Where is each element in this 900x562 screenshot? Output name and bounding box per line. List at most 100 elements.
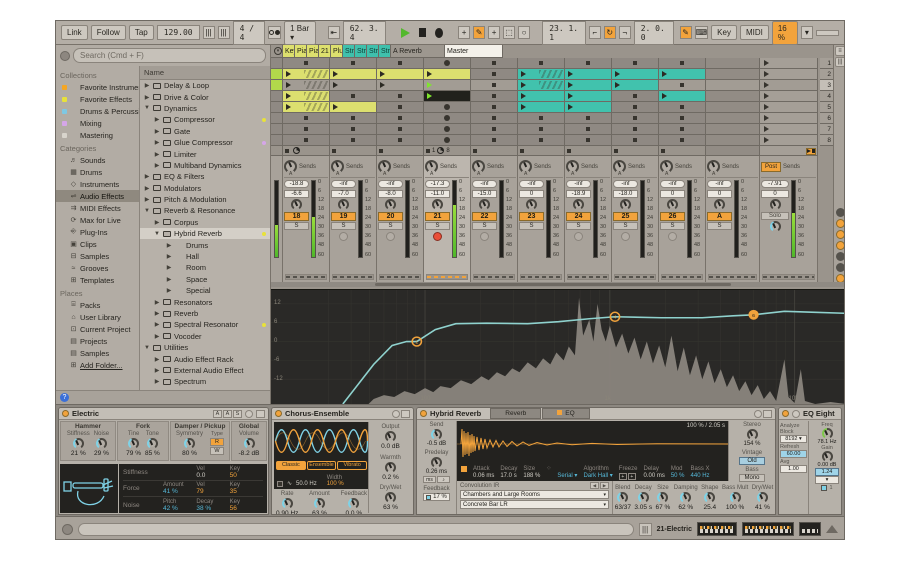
- clip-slot[interactable]: [565, 58, 612, 69]
- browser-sidebar-item[interactable]: ⌸ Packs: [56, 299, 139, 311]
- clip-slot[interactable]: [424, 69, 471, 80]
- track-header[interactable]: Master ▾: [445, 45, 503, 58]
- clip-slot[interactable]: [706, 80, 760, 91]
- scene-number[interactable]: 8: [820, 135, 833, 146]
- clip-slot[interactable]: [330, 124, 377, 135]
- refresh-field[interactable]: 60.00: [780, 450, 807, 458]
- clip-slot[interactable]: [377, 113, 424, 124]
- clip-slot[interactable]: [518, 113, 565, 124]
- clip-slot[interactable]: [565, 80, 612, 91]
- arm-button[interactable]: [433, 232, 442, 241]
- clip-slot[interactable]: [760, 91, 818, 102]
- volume-field[interactable]: -15.0: [472, 190, 497, 198]
- track-activator-button[interactable]: 18: [284, 212, 309, 221]
- clip-slot[interactable]: [612, 80, 659, 91]
- mixer-toggle[interactable]: [836, 241, 845, 250]
- clip-slot[interactable]: [471, 91, 518, 102]
- key-map-button[interactable]: Key: [711, 25, 737, 40]
- browser-sidebar-item[interactable]: ≈ Grooves: [56, 262, 139, 274]
- sends-toggle[interactable]: [836, 219, 845, 228]
- browser-tree-item[interactable]: ▶ EQ & Filters: [140, 171, 270, 182]
- browser-sidebar-item[interactable]: ⟳ Max for Live: [56, 214, 139, 226]
- expand-arrow-icon[interactable]: ▶: [154, 139, 160, 146]
- clip-slot[interactable]: [518, 91, 565, 102]
- volume-field[interactable]: -18.9: [566, 190, 591, 198]
- track-header[interactable]: 21 Electric ▾: [319, 45, 331, 58]
- clip-stop-button[interactable]: [659, 146, 706, 156]
- info-icon[interactable]: ?: [60, 393, 69, 402]
- clip-slot[interactable]: [565, 135, 612, 146]
- hot-swap-icon[interactable]: [245, 410, 253, 418]
- expand-arrow-icon[interactable]: ▶: [154, 128, 160, 135]
- clip-slot[interactable]: [283, 91, 330, 102]
- browser-tree-item[interactable]: ▶ Space: [140, 274, 270, 285]
- nudge-down-button[interactable]: |||: [203, 26, 215, 39]
- show-hide-arrow-icon[interactable]: [826, 525, 838, 533]
- volume-field[interactable]: 0: [660, 190, 685, 198]
- browser-tree-item[interactable]: ▶ Spectral Resonator: [140, 319, 270, 330]
- preview-volume-knob[interactable]: [770, 221, 781, 232]
- link-button[interactable]: Link: [61, 25, 88, 40]
- width-field[interactable]: 100 %: [327, 481, 344, 487]
- browser-sidebar-item[interactable]: ⊡ Current Project: [56, 323, 139, 335]
- browser-tree-item[interactable]: ▶ Pitch & Modulation: [140, 194, 270, 205]
- clip-slot[interactable]: [612, 58, 659, 69]
- clip-slot[interactable]: [706, 135, 760, 146]
- clip-slot[interactable]: [471, 124, 518, 135]
- save-preset-icon[interactable]: [763, 410, 772, 418]
- clip-slot[interactable]: [612, 69, 659, 80]
- clip-slot[interactable]: [706, 113, 760, 124]
- browser-tree-item[interactable]: ▶ Delay & Loop: [140, 80, 270, 91]
- ir-category-select[interactable]: Chambers and Large Rooms▾: [460, 490, 609, 499]
- browser-tree-item[interactable]: ▶ Glue Compressor: [140, 137, 270, 148]
- clip-stop-button[interactable]: [706, 146, 760, 156]
- clip-slot[interactable]: [377, 80, 424, 91]
- clip-slot[interactable]: [760, 135, 818, 146]
- solo-button[interactable]: S: [472, 222, 497, 230]
- expand-arrow-icon[interactable]: ▶: [144, 94, 150, 101]
- capture-midi-button[interactable]: ⬚: [503, 26, 515, 39]
- track-header[interactable]: A Reverb ▾: [391, 45, 445, 58]
- filter-type-select[interactable]: ▾: [815, 476, 839, 484]
- attack-param[interactable]: Attack0.06 ms: [473, 466, 494, 480]
- browser-sidebar-item[interactable]: ⎆ Plug-Ins: [56, 226, 139, 238]
- electric-knob[interactable]: Stiffness 21 %: [67, 431, 90, 457]
- track-activator-button[interactable]: 24: [566, 212, 591, 221]
- browser-tree-item[interactable]: ▼ Utilities: [140, 342, 270, 353]
- mod-param[interactable]: Mod50 %: [671, 466, 685, 480]
- clip-slot[interactable]: [271, 135, 283, 146]
- tap-button[interactable]: Tap: [129, 25, 154, 40]
- track-delay-field[interactable]: [708, 274, 757, 280]
- pan-knob[interactable]: [620, 199, 631, 210]
- clip-slot[interactable]: [424, 91, 471, 102]
- session-record-button[interactable]: ○: [518, 26, 530, 39]
- clip-slot[interactable]: [760, 69, 818, 80]
- overview-display[interactable]: [799, 522, 821, 536]
- electric-knob[interactable]: Volume -8.2 dB: [239, 431, 260, 457]
- expand-arrow-icon[interactable]: ▶: [154, 299, 160, 306]
- browser-tree-item[interactable]: ▶ Corpus: [140, 217, 270, 228]
- pickup-type-r-button[interactable]: R: [210, 438, 224, 446]
- track-delay-field[interactable]: [567, 274, 609, 280]
- scene-number[interactable]: 7: [820, 124, 833, 135]
- track-header[interactable]: Strings Main ▾: [355, 45, 367, 58]
- scene-number[interactable]: 4: [820, 91, 833, 102]
- track-header[interactable]: Piano Main ▾: [295, 45, 307, 58]
- volume-field[interactable]: -7.0: [331, 190, 356, 198]
- browser-sidebar-item[interactable]: ▣ Clips: [56, 238, 139, 250]
- clip-slot[interactable]: [471, 69, 518, 80]
- io-overview-icon[interactable]: |||: [835, 57, 846, 67]
- expand-arrow-icon[interactable]: ▶: [154, 356, 160, 363]
- browser-sidebar-item[interactable]: ▤ Projects: [56, 335, 139, 347]
- expand-arrow-icon[interactable]: ▶: [154, 162, 160, 169]
- track-activator-button[interactable]: 26: [660, 212, 685, 221]
- clip-slot[interactable]: [377, 135, 424, 146]
- save-preset-icon[interactable]: [401, 410, 410, 418]
- track-delay-field[interactable]: [614, 274, 656, 280]
- clip-slot[interactable]: [424, 58, 471, 69]
- freq-knob[interactable]: [822, 428, 833, 439]
- post-button[interactable]: Post: [761, 162, 781, 172]
- gain-knob[interactable]: [822, 451, 833, 462]
- clip-slot[interactable]: [565, 124, 612, 135]
- clip-slot[interactable]: [271, 91, 283, 102]
